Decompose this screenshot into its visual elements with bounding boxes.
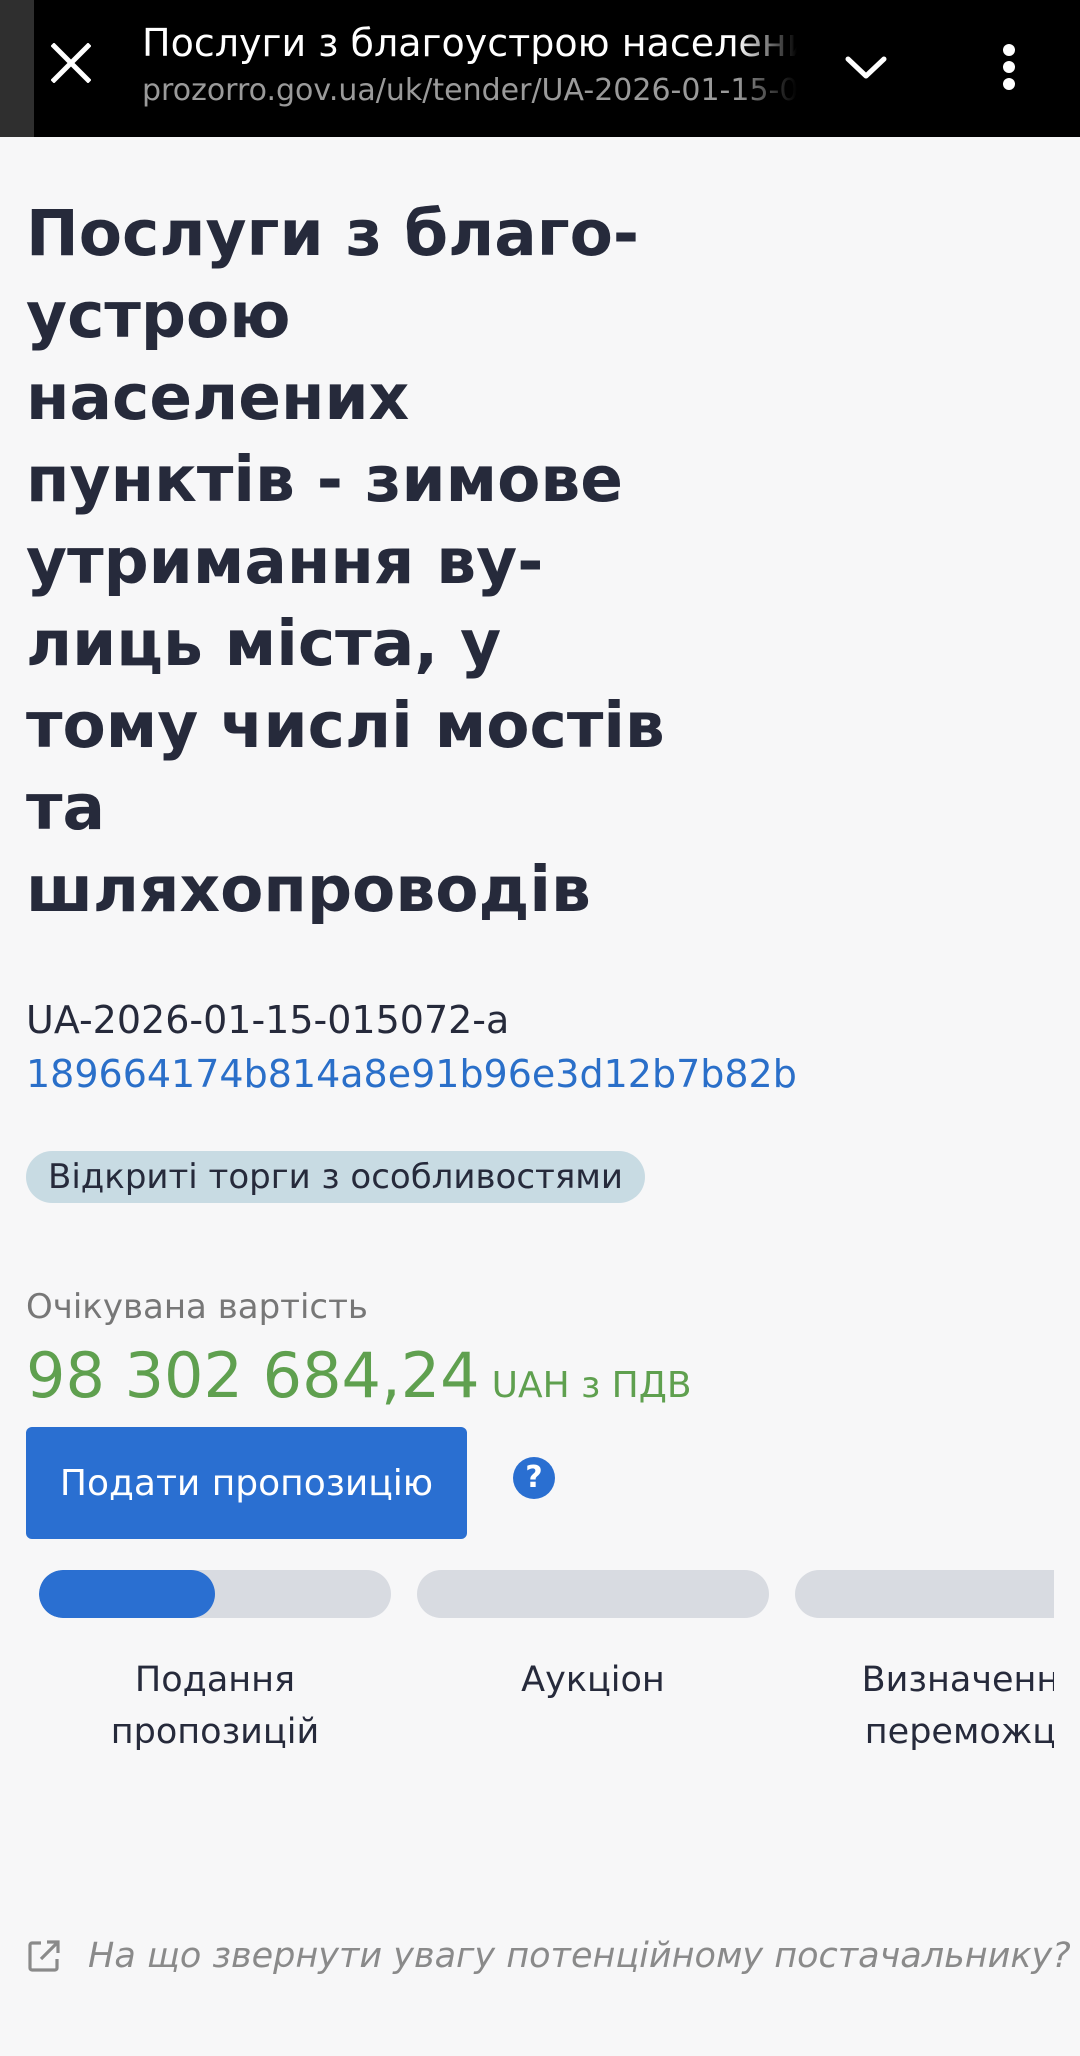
external-link-icon <box>28 1940 60 1972</box>
expected-value-label: Очікувана вартість <box>26 1287 368 1327</box>
stage-label: Визначення переможця <box>861 1660 1054 1752</box>
stage-label: Аукціон <box>521 1660 665 1700</box>
help-icon[interactable]: ? <box>513 1457 555 1499</box>
expected-value-currency: UAH з ПДВ <box>491 1365 692 1406</box>
stage-progress-bar <box>39 1570 391 1618</box>
tender-stages: Подання пропозицій Аукціон Визначення пе… <box>39 1570 1054 1760</box>
stage-progress-bar <box>417 1570 769 1618</box>
close-icon <box>51 43 91 83</box>
stage-progress-bar <box>795 1570 1054 1618</box>
tender-id: UA-2026-01-15-015072-a <box>26 998 510 1042</box>
more-menu-button[interactable] <box>978 32 1040 102</box>
submit-proposal-button[interactable]: Подати пропозицію <box>26 1427 467 1539</box>
supplier-hint-text: На що звернути увагу потенційному постач… <box>88 1936 1071 1976</box>
stage-progress-fill <box>39 1570 215 1618</box>
toolbar-edge <box>0 0 34 137</box>
expected-value-amount: 98 302 684,24 <box>26 1339 480 1412</box>
tender-hash-link[interactable]: 189664174b814a8e91b96e3d12b7b82b <box>26 1047 1056 1101</box>
more-vert-icon <box>1003 44 1015 90</box>
action-row: Подати пропозицію ? <box>26 1427 1056 1539</box>
browser-url: prozorro.gov.ua/uk/tender/UA-2026-01-15-… <box>142 73 797 108</box>
toolbar-titles[interactable]: Послуги з благоустрою населених пунктів … <box>142 18 797 112</box>
tender-title: Послуги з благо-устрою населених пунктів… <box>26 197 665 926</box>
stage-proposals[interactable]: Подання пропозицій <box>39 1570 391 1758</box>
stage-winner[interactable]: Визначення переможця <box>795 1570 1054 1758</box>
chevron-down-icon <box>845 56 887 79</box>
close-button[interactable] <box>40 32 102 94</box>
browser-page-title: Послуги з благоустрою населених пунктів … <box>142 21 797 65</box>
procedure-badge: Відкриті торги з особливостями <box>26 1151 646 1203</box>
stage-label: Подання пропозицій <box>110 1660 320 1752</box>
browser-toolbar: Послуги з благоустрою населених пунктів … <box>0 0 1080 137</box>
expected-value: 98 302 684,24 UAH з ПДВ <box>26 1337 1056 1415</box>
supplier-hint-link[interactable]: На що звернути увагу потенційному постач… <box>26 1936 1071 1976</box>
stage-auction[interactable]: Аукціон <box>417 1570 769 1706</box>
expand-button[interactable] <box>834 36 898 100</box>
tender-content: Послуги з благо-устрою населених пунктів… <box>26 137 1056 1539</box>
